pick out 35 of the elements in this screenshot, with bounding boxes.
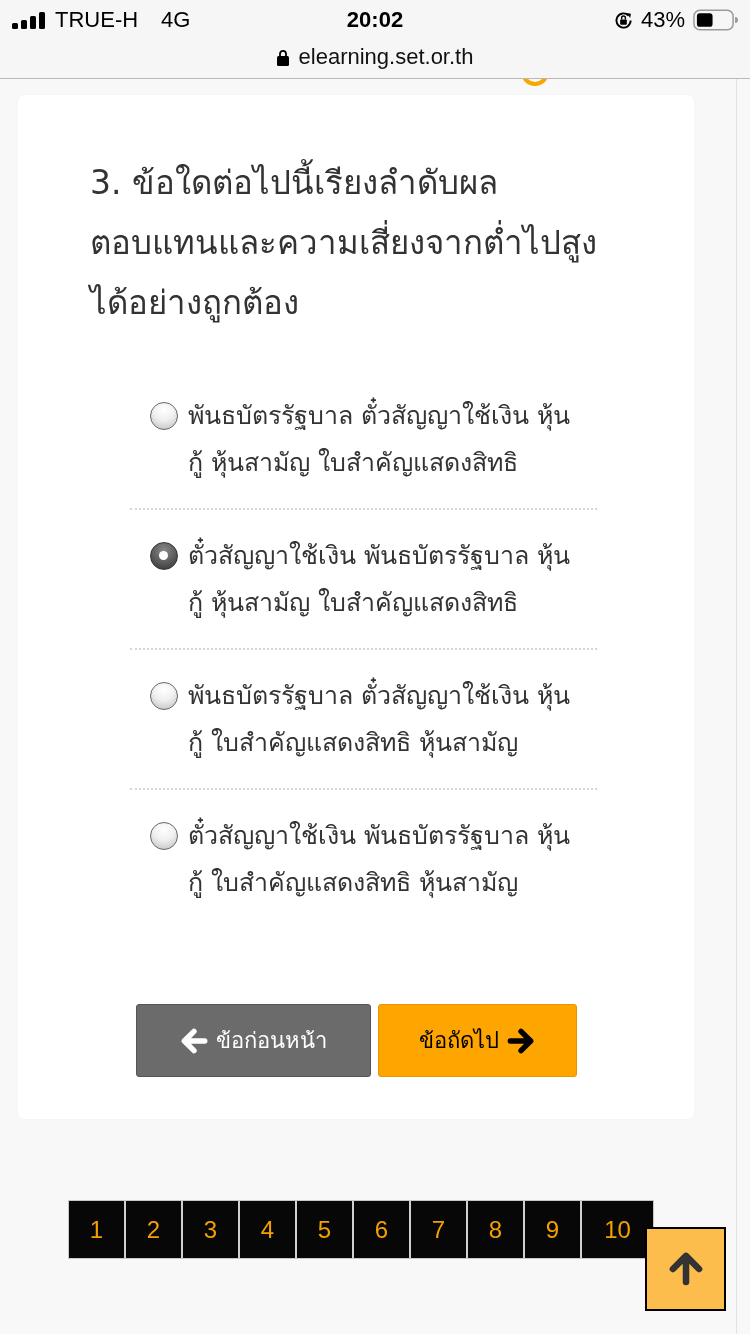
page-link[interactable]: 4 [240,1201,295,1258]
lock-icon [276,48,289,66]
radio-button[interactable] [150,542,178,570]
carrier-name: TRUE-H [55,7,139,33]
option-label[interactable]: ตั๋วสัญญาใช้เงิน พันธบัตรรัฐบาล หุ้นกู้ หุ้นสามัญ ใบสำคัญแสดงสิทธิ [188,532,576,626]
option-label[interactable]: พันธบัตรรัฐบาล ตั๋วสัญญาใช้เงิน หุ้นกู้ หุ้นสามัญ ใบสำคัญแสดงสิทธิ [188,392,576,486]
left-arrow-icon [179,1027,208,1054]
radio-button[interactable] [150,402,178,430]
right-arrow-icon [507,1027,535,1054]
page-link[interactable]: 8 [468,1201,523,1258]
page-link[interactable]: 6 [354,1201,409,1258]
option-label[interactable]: พันธบัตรรัฐบาล ตั๋วสัญญาใช้เงิน หุ้นกู้ ใบสำคัญแสดงสิทธิ หุ้นสามัญ [188,672,576,766]
battery-icon [693,9,738,31]
page-link[interactable]: 9 [525,1201,580,1258]
url-text[interactable]: elearning.set.or.th [298,44,474,70]
page-link[interactable]: 10 [582,1201,653,1258]
page-link[interactable]: 1 [69,1201,124,1258]
page-link[interactable]: 3 [183,1201,238,1258]
clock-time: 20:02 [346,7,404,33]
page-link[interactable]: 5 [297,1201,352,1258]
page-link[interactable]: 7 [411,1201,466,1258]
question-title: 3. ข้อใดต่อไปนี้เรียงลำดับผลตอบแทนและความเสี่ยงจากต่ำไปสูงได้อย่างถูกต้อง [90,153,616,333]
rotation-lock-icon [613,10,633,30]
previous-button[interactable]: ข้อก่อนหน้า [135,1004,371,1077]
radio-button[interactable] [150,682,178,710]
page-link[interactable]: 2 [126,1201,181,1258]
ring-icon [520,79,550,87]
battery-percentage: 43% [640,7,685,33]
back-to-top-button[interactable] [645,1227,726,1311]
up-arrow-icon [668,1252,703,1286]
network-type: 4G [161,7,191,33]
radio-button[interactable] [150,822,178,850]
option-label[interactable]: ตั๋วสัญญาใช้เงิน พันธบัตรรัฐบาล หุ้นกู้ ใบสำคัญแสดงสิทธิ หุ้นสามัญ [188,812,576,906]
next-button[interactable]: ข้อถัดไป [377,1004,577,1077]
signal-icon [12,11,46,29]
